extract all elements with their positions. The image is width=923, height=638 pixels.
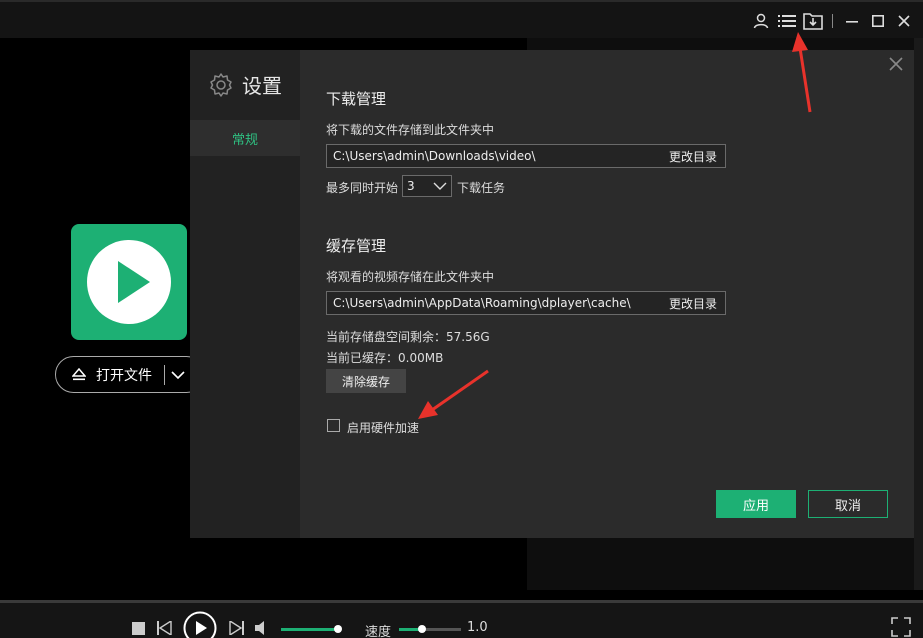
volume-knob[interactable] bbox=[334, 625, 342, 633]
volume-slider[interactable] bbox=[281, 625, 342, 633]
download-path-label: 将下载的文件存储到此文件夹中 bbox=[326, 123, 495, 137]
play-button[interactable] bbox=[182, 610, 218, 638]
title-bar bbox=[0, 0, 923, 38]
eject-icon bbox=[72, 367, 86, 380]
play-logo-icon bbox=[87, 240, 171, 324]
list-icon[interactable] bbox=[774, 10, 800, 32]
hw-accel-label: 启用硬件加速 bbox=[347, 421, 420, 435]
cache-path-field[interactable]: C:\Users\admin\AppData\Roaming\dplayer\c… bbox=[326, 291, 726, 315]
hw-accel-checkbox[interactable] bbox=[327, 419, 340, 432]
maximize-icon[interactable] bbox=[865, 10, 891, 32]
app-logo bbox=[71, 224, 187, 340]
cancel-button[interactable]: 取消 bbox=[808, 490, 888, 518]
settings-header: 设置 bbox=[208, 70, 282, 99]
download-section-title: 下载管理 bbox=[326, 90, 387, 108]
volume-fill bbox=[281, 628, 338, 631]
settings-dialog: 设置 常规 下载管理 将下载的文件存储到此文件夹中 C:\Users\admin… bbox=[190, 50, 914, 538]
speed-label: 速度 bbox=[365, 625, 392, 638]
speed-value: 1.0 bbox=[467, 620, 488, 635]
chevron-down-icon bbox=[433, 182, 447, 190]
stop-icon[interactable] bbox=[131, 621, 145, 635]
user-icon[interactable] bbox=[748, 10, 774, 32]
gear-icon bbox=[210, 72, 232, 97]
cached-size-text: 当前已缓存：0.00MB bbox=[326, 351, 444, 365]
playback-progress-bar[interactable] bbox=[0, 600, 923, 603]
concurrent-prefix: 最多同时开始 bbox=[326, 181, 399, 195]
download-path-field[interactable]: C:\Users\admin\Downloads\video\ 更改目录 bbox=[326, 144, 726, 168]
download-change-dir-button[interactable]: 更改目录 bbox=[669, 148, 717, 165]
cache-section-title: 缓存管理 bbox=[326, 237, 387, 255]
app-window: 打开文件 设置 常规 下载管理 将下载的文件存储到此文件夹中 C:\Users\… bbox=[0, 0, 923, 638]
playlist-scroll-strip[interactable] bbox=[914, 38, 923, 590]
cache-change-dir-button[interactable]: 更改目录 bbox=[669, 295, 717, 312]
chevron-down-icon[interactable] bbox=[171, 370, 185, 380]
minimize-icon[interactable] bbox=[839, 10, 865, 32]
previous-icon[interactable] bbox=[156, 621, 172, 635]
concurrent-select[interactable]: 3 bbox=[402, 175, 452, 197]
download-folder-icon[interactable] bbox=[800, 10, 826, 32]
speed-knob[interactable] bbox=[417, 625, 426, 633]
open-file-label: 打开文件 bbox=[96, 367, 152, 384]
apply-button[interactable]: 应用 bbox=[716, 490, 796, 518]
open-file-divider bbox=[164, 364, 165, 385]
download-path-value: C:\Users\admin\Downloads\video\ bbox=[333, 149, 536, 163]
dialog-close-icon[interactable] bbox=[888, 56, 904, 72]
concurrent-value: 3 bbox=[407, 179, 415, 193]
clear-cache-button[interactable]: 清除缓存 bbox=[326, 369, 406, 393]
cache-path-value: C:\Users\admin\AppData\Roaming\dplayer\c… bbox=[333, 296, 631, 310]
title-bar-separator bbox=[832, 14, 833, 28]
volume-icon[interactable] bbox=[254, 621, 270, 635]
speed-slider[interactable] bbox=[399, 625, 461, 633]
sidebar-item-general[interactable]: 常规 bbox=[190, 120, 300, 156]
cache-path-label: 将观看的视频存储在此文件夹中 bbox=[326, 270, 495, 284]
settings-title: 设置 bbox=[242, 74, 282, 98]
settings-sidebar: 设置 常规 bbox=[190, 50, 300, 538]
play-icon bbox=[183, 611, 217, 638]
close-icon[interactable] bbox=[891, 10, 917, 32]
next-icon[interactable] bbox=[228, 621, 244, 635]
free-space-text: 当前存储盘空间剩余：57.56G bbox=[326, 330, 490, 344]
open-file-button[interactable]: 打开文件 bbox=[55, 356, 205, 393]
title-bar-icons bbox=[748, 10, 917, 32]
concurrent-suffix: 下载任务 bbox=[457, 181, 506, 195]
fullscreen-icon[interactable] bbox=[890, 616, 912, 638]
